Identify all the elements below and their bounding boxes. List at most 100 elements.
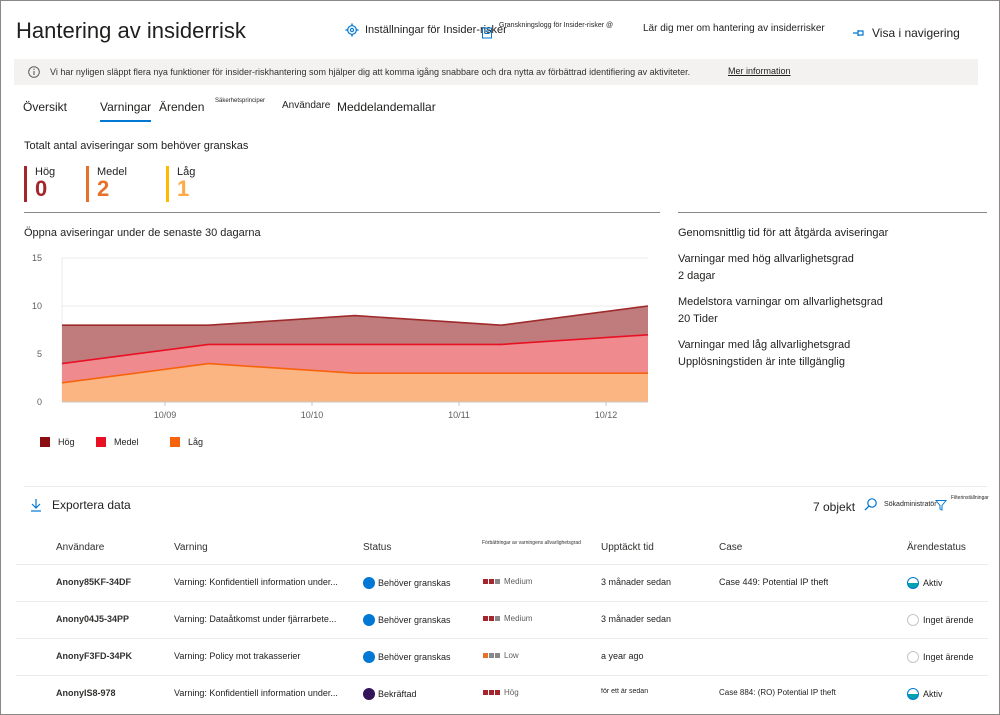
- info-banner-text: Vi har nyligen släppt flera nya funktion…: [50, 67, 691, 77]
- item-count: 7 objekt: [813, 500, 856, 514]
- row-severity: Low: [483, 651, 519, 660]
- row-severity-label: Low: [504, 651, 519, 660]
- learn-more-link[interactable]: Lär dig mer om hantering av insiderriske…: [643, 23, 825, 34]
- row-detected: för ett år sedan: [601, 688, 649, 695]
- table-row[interactable]: Anony85KF-34DF Varning: Konfidentiell in…: [16, 564, 988, 601]
- toolbar-divider: [24, 486, 987, 487]
- row-status: Bekräftad: [363, 688, 417, 700]
- column-header-detected[interactable]: Upptäckt tid: [601, 542, 654, 553]
- severity-bars-icon: [483, 616, 500, 621]
- high-value: 0: [35, 176, 48, 201]
- y-tick-label: 10: [32, 301, 42, 311]
- tab-policies[interactable]: Säkerhetsprinciper: [215, 98, 265, 104]
- export-label: Exportera data: [52, 498, 131, 512]
- row-alert[interactable]: Varning: Konfidentiell information under…: [174, 688, 364, 698]
- column-header-case-status[interactable]: Ärendestatus: [907, 542, 966, 553]
- export-data-button[interactable]: Exportera data: [30, 498, 131, 512]
- x-tick-label: 10/11: [448, 410, 470, 420]
- high-resolution-label: Varningar med hög allvarlighetsgrad: [678, 253, 854, 265]
- search-icon: [864, 497, 878, 511]
- column-header-status[interactable]: Status: [363, 542, 391, 553]
- high-severity-count[interactable]: Hög 0: [24, 166, 55, 202]
- row-status: Behöver granskas: [363, 577, 451, 589]
- row-case-status-label: Aktiv: [923, 578, 943, 588]
- row-user: Anony85KF-34DF: [56, 577, 132, 587]
- x-tick-label: 10/12: [595, 410, 618, 420]
- more-info-link[interactable]: Mer information: [728, 66, 791, 76]
- alerts-to-review-label: Totalt antal aviseringar som behöver gra…: [24, 140, 249, 152]
- severity-bars-icon: [483, 653, 500, 658]
- row-severity-label: Medium: [504, 614, 533, 623]
- row-severity: Hög: [483, 688, 519, 697]
- filter-settings-button[interactable]: Filterinställningar: [935, 495, 989, 511]
- chart-divider: [24, 212, 660, 213]
- row-case[interactable]: Case 449: Potential IP theft: [719, 577, 828, 587]
- status-dot-icon: [363, 651, 375, 663]
- row-alert[interactable]: Varning: Konfidentiell information under…: [174, 577, 364, 587]
- column-header-severity[interactable]: Förbättringar av varningens allvarlighet…: [482, 540, 581, 546]
- column-header-alert[interactable]: Varning: [174, 542, 208, 553]
- severity-bars-icon: [483, 579, 500, 584]
- legend-swatch-high: [40, 437, 50, 447]
- case-none-icon: [907, 614, 919, 626]
- search-button[interactable]: Sökadministratör: [864, 497, 937, 511]
- case-none-icon: [907, 651, 919, 663]
- severity-bars-icon: [483, 690, 500, 695]
- status-dot-icon: [363, 688, 375, 700]
- row-case-status: Inget ärende: [907, 614, 974, 626]
- low-value: 1: [177, 176, 190, 201]
- tab-users[interactable]: Användare: [282, 100, 330, 111]
- case-active-icon: [907, 577, 919, 589]
- search-label: Sökadministratör: [884, 500, 937, 508]
- row-status-label: Behöver granskas: [378, 652, 451, 662]
- pin-icon: [852, 28, 866, 38]
- medium-resolution-label: Medelstora varningar om allvarlighetsgra…: [678, 296, 883, 308]
- legend-swatch-low: [170, 437, 180, 447]
- legend-item-medium[interactable]: Medel: [96, 437, 139, 447]
- legend-label-high: Hög: [58, 437, 75, 447]
- row-status: Behöver granskas: [363, 651, 451, 663]
- page-title: Hantering av insiderrisk: [16, 18, 246, 43]
- legend-item-low[interactable]: Låg: [170, 437, 203, 447]
- medium-severity-count[interactable]: Medel 2: [86, 166, 127, 202]
- legend-item-high[interactable]: Hög: [40, 437, 75, 447]
- medium-value: 2: [97, 176, 110, 201]
- audit-log-link[interactable]: Granskningslogg för Insider-risker @: [481, 22, 614, 39]
- table-row[interactable]: AnonyIS8-978 Varning: Konfidentiell info…: [16, 675, 988, 712]
- column-header-user[interactable]: Användare: [56, 542, 104, 553]
- download-icon: [30, 498, 42, 512]
- y-tick-label: 15: [32, 253, 42, 263]
- row-severity: Medium: [483, 577, 532, 586]
- x-tick-label: 10/10: [301, 410, 324, 420]
- row-alert[interactable]: Varning: Policy mot trakasserier: [174, 651, 364, 661]
- info-icon: [28, 66, 40, 78]
- case-active-icon: [907, 688, 919, 700]
- table-row[interactable]: AnonyF3FD-34PK Varning: Policy mot traka…: [16, 638, 988, 675]
- legend-swatch-medium: [96, 437, 106, 447]
- table-row[interactable]: Anony04J5-34PP Varning: Dataåtkomst unde…: [16, 601, 988, 638]
- filter-label: Filterinställningar: [951, 495, 989, 501]
- row-user: AnonyF3FD-34PK: [56, 651, 133, 661]
- row-detected: a year ago: [601, 651, 644, 661]
- tab-alerts[interactable]: Varningar: [100, 100, 152, 122]
- row-alert[interactable]: Varning: Dataåtkomst under fjärrarbete..…: [174, 614, 364, 624]
- row-case-status-label: Inget ärende: [923, 652, 974, 662]
- tab-cases[interactable]: Ärenden: [159, 100, 204, 114]
- row-case-status: Aktiv: [907, 577, 943, 589]
- row-status: Behöver granskas: [363, 614, 451, 626]
- filter-icon: [935, 499, 947, 511]
- tab-notice-templates[interactable]: Meddelandemallar: [337, 100, 436, 114]
- show-in-navigation-button[interactable]: Visa i navigering: [852, 26, 960, 40]
- column-header-case[interactable]: Case: [719, 542, 742, 553]
- row-severity: Medium: [483, 614, 532, 623]
- info-banner: Vi har nyligen släppt flera nya funktion…: [14, 59, 978, 85]
- row-status-label: Behöver granskas: [378, 578, 451, 588]
- row-user: Anony04J5-34PP: [56, 614, 130, 624]
- row-user: AnonyIS8-978: [56, 688, 116, 698]
- low-severity-count[interactable]: Låg 1: [166, 166, 195, 202]
- row-detected: 3 månader sedan: [601, 577, 672, 587]
- row-case[interactable]: Case 884: (RO) Potential IP theft: [719, 688, 836, 697]
- tab-overview[interactable]: Översikt: [23, 100, 67, 114]
- audit-log-label: Granskningslogg för Insider-risker @: [499, 22, 614, 29]
- resolution-title: Genomsnittlig tid för att åtgärda aviser…: [678, 227, 889, 239]
